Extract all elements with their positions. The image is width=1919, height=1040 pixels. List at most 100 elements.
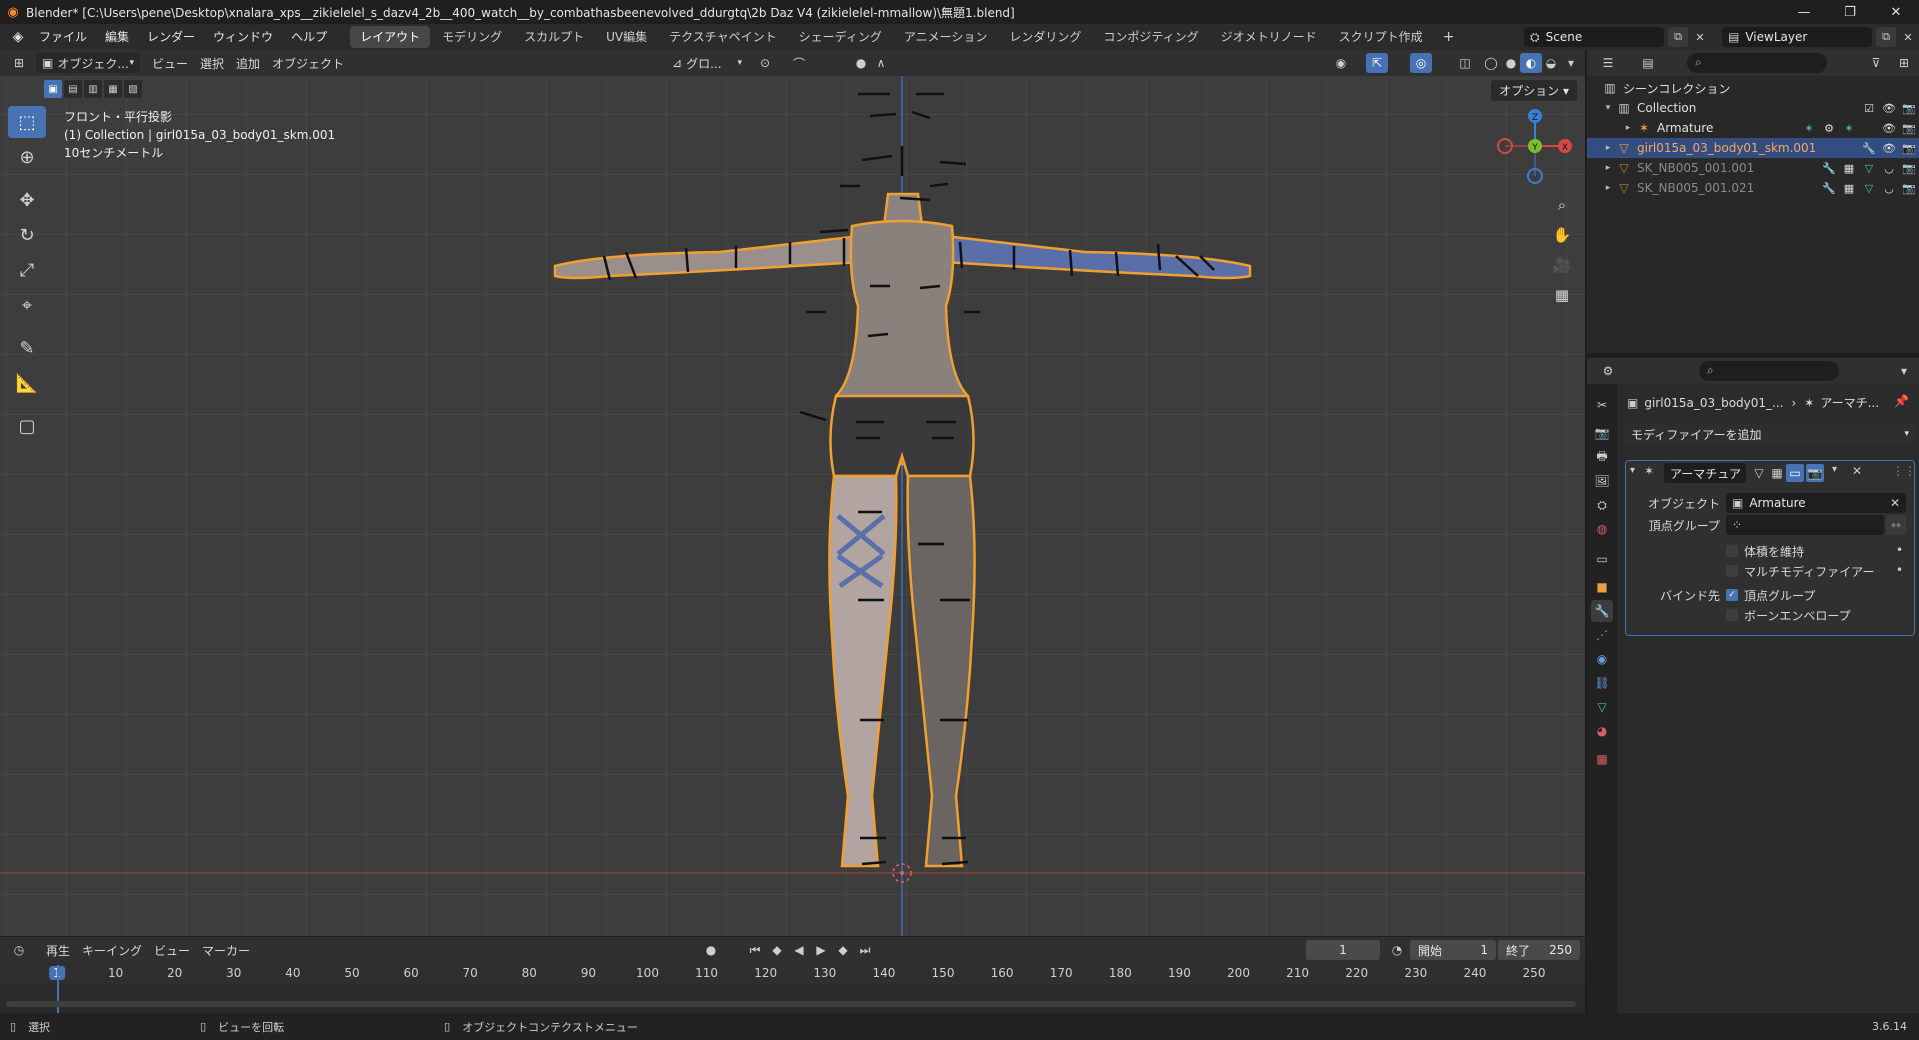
menu-window[interactable]: ウィンドウ (204, 24, 282, 50)
menu-file[interactable]: ファイル (30, 24, 96, 50)
invert-vertex-group-icon[interactable]: ↔ (1886, 515, 1906, 535)
outliner-editor-type-icon[interactable]: ☰ (1597, 53, 1619, 73)
scene-selector[interactable]: ⛭ Scene (1524, 27, 1664, 47)
menu-playback[interactable]: 再生 (40, 940, 76, 960)
jump-start-icon[interactable]: ⏮ (744, 940, 766, 960)
edit-mode-icon[interactable]: ▦ (1768, 464, 1786, 482)
delete-viewlayer-button[interactable]: ✕ (1898, 27, 1918, 47)
timeline-body[interactable]: 1102030405060708090100110120130140150160… (0, 963, 1585, 1013)
bind-vertex-groups-checkbox[interactable]: ✓ (1726, 589, 1738, 601)
collapse-modifier-icon[interactable]: ▾ (1630, 465, 1635, 476)
expand-icon[interactable]: ▸ (1621, 123, 1635, 133)
navigation-gizmo[interactable]: Z Y X (1495, 106, 1575, 186)
eye-icon[interactable]: 👁 (1879, 102, 1899, 115)
snap-icon[interactable]: ⌒ (788, 53, 810, 73)
current-frame-field[interactable]: 1 (1306, 940, 1380, 960)
outliner-scene-collection[interactable]: ▥ シーンコレクション (1587, 78, 1919, 98)
delete-scene-button[interactable]: ✕ (1690, 27, 1710, 47)
menu-keying[interactable]: キーイング (76, 940, 148, 960)
menu-help[interactable]: ヘルプ (282, 24, 336, 50)
minimize-button[interactable]: — (1781, 0, 1827, 24)
data-tab-icon[interactable]: ▽ (1591, 696, 1613, 718)
expand-icon[interactable]: ▾ (1601, 103, 1615, 113)
outliner-row-sk-nb005-021[interactable]: ▸ ▽ SK_NB005_001.021 🔧 ▦ ▽ ◡ 📷 (1587, 178, 1919, 198)
timeline-scrollbar[interactable] (6, 1001, 1576, 1007)
modifier-name-field[interactable]: アーマチュア (1664, 463, 1746, 483)
editor-type-icon[interactable]: ⊞ (8, 53, 30, 73)
blender-menu-icon[interactable]: ◈ (6, 25, 30, 49)
new-viewlayer-button[interactable]: ⧉ (1876, 27, 1896, 47)
timeline-ruler[interactable]: 1102030405060708090100110120130140150160… (0, 963, 1585, 985)
on-cage-icon[interactable]: ▽ (1750, 464, 1768, 482)
3d-viewport[interactable]: ▣ ▤ ▥ ▦ ▧ ⬚ ⊕ ✥ ↻ ⤢ ⌖ ✎ 📐 ▢ フロント・平行投影 (1… (0, 76, 1585, 936)
tab-texture-paint[interactable]: テクスチャペイント (659, 26, 787, 48)
pan-hand-icon[interactable]: ✋ (1549, 222, 1575, 248)
end-frame-field[interactable]: 終了 250 (1498, 940, 1580, 960)
camera-view-icon[interactable]: 🎥 (1549, 252, 1575, 278)
eye-icon[interactable]: 👁 (1879, 142, 1899, 155)
ortho-grid-icon[interactable]: ▦ (1549, 282, 1575, 308)
play-reverse-icon[interactable]: ◀ (788, 940, 810, 960)
output-tab-icon[interactable]: 🖶 (1591, 446, 1613, 468)
display-mode-icon[interactable]: ▤ (1637, 53, 1659, 73)
falloff-icon[interactable]: ∧ (870, 53, 892, 73)
expand-icon[interactable]: ▸ (1601, 183, 1615, 193)
outliner-row-body-mesh[interactable]: ▸ ▽ girl015a_03_body01_skm.001 🔧 👁 📷 (1587, 138, 1919, 158)
shading-options-chevron-icon[interactable]: ▾ (1560, 53, 1582, 73)
material-preview-icon[interactable]: ◐ (1520, 53, 1542, 73)
physics-tab-icon[interactable]: ◉ (1591, 648, 1613, 670)
gizmo-toggle-icon[interactable]: ⇱ (1366, 53, 1388, 73)
next-keyframe-icon[interactable]: ◆ (832, 940, 854, 960)
tab-rendering[interactable]: レンダリング (999, 26, 1091, 48)
proportional-edit-icon[interactable]: ● (850, 53, 872, 73)
close-window-button[interactable]: ✕ (1873, 0, 1919, 24)
xray-toggle-icon[interactable]: ◫ (1454, 53, 1476, 73)
tab-animation[interactable]: アニメーション (894, 26, 998, 48)
rendered-shading-icon[interactable]: ◒ (1540, 53, 1562, 73)
tab-modeling[interactable]: モデリング (432, 26, 512, 48)
wireframe-shading-icon[interactable]: ◯ (1480, 53, 1502, 73)
tab-geometry-nodes[interactable]: ジオメトリノード (1211, 26, 1327, 48)
new-collection-icon[interactable]: ⊞ (1893, 53, 1915, 73)
menu-object[interactable]: オブジェクト (266, 53, 350, 73)
modifier-menu-chevron-icon[interactable]: ▾ (1832, 464, 1837, 475)
tab-compositing[interactable]: コンポジティング (1093, 26, 1208, 48)
armature-object-field[interactable]: ▣ Armature ✕ (1726, 493, 1906, 513)
view-layer-tab-icon[interactable]: 🖼 (1591, 470, 1613, 492)
menu-edit[interactable]: 編集 (96, 24, 138, 50)
transform-orientation-dropdown[interactable]: ⊿ グロ... ▾ (666, 53, 748, 73)
drag-handle-icon[interactable]: ⋮⋮ (1892, 464, 1916, 478)
keyframe-dot-icon[interactable]: • (1896, 563, 1903, 577)
scene-tab-icon[interactable]: ⛭ (1591, 494, 1613, 516)
menu-select[interactable]: 選択 (194, 53, 230, 73)
solid-shading-icon[interactable]: ● (1500, 53, 1522, 73)
start-frame-field[interactable]: 開始 1 (1410, 940, 1496, 960)
menu-marker[interactable]: マーカー (196, 940, 256, 960)
new-scene-button[interactable]: ⧉ (1668, 27, 1688, 47)
jump-end-icon[interactable]: ⏭ (854, 940, 876, 960)
viewlayer-selector[interactable]: ▤ ViewLayer (1722, 27, 1872, 47)
camera-icon[interactable]: 📷 (1899, 162, 1919, 175)
maximize-button[interactable]: ❐ (1827, 0, 1873, 24)
properties-options-chevron-icon[interactable]: ▾ (1893, 361, 1915, 381)
tab-sculpt[interactable]: スカルプト (514, 26, 594, 48)
overlay-toggle-icon[interactable]: ◎ (1410, 53, 1432, 73)
zoom-icon[interactable]: ⌕ (1549, 192, 1575, 218)
eye-icon[interactable]: 👁 (1879, 122, 1899, 135)
prev-keyframe-icon[interactable]: ◆ (766, 940, 788, 960)
add-modifier-dropdown[interactable]: モディファイアーを追加 ▾ (1625, 424, 1915, 444)
tab-uv-editing[interactable]: UV編集 (596, 26, 657, 48)
auto-key-icon[interactable]: ● (700, 940, 722, 960)
add-workspace-button[interactable]: + (1435, 29, 1463, 45)
modifier-tab-icon[interactable]: 🔧 (1591, 600, 1613, 622)
world-tab-icon[interactable]: ◍ (1591, 518, 1613, 540)
properties-editor-type-icon[interactable]: ⚙ (1597, 361, 1619, 381)
vertex-group-field[interactable]: ⁘ (1726, 515, 1884, 535)
render-tab-icon[interactable]: 📷 (1591, 422, 1613, 444)
collection-tab-icon[interactable]: ▭ (1591, 548, 1613, 570)
checkbox-icon[interactable]: ☑ (1859, 102, 1879, 115)
constraints-tab-icon[interactable]: ⛓ (1591, 672, 1613, 694)
preview-range-icon[interactable]: ◔ (1386, 940, 1408, 960)
remove-modifier-icon[interactable]: ✕ (1852, 464, 1862, 478)
pin-icon[interactable]: 📌 (1894, 394, 1909, 408)
